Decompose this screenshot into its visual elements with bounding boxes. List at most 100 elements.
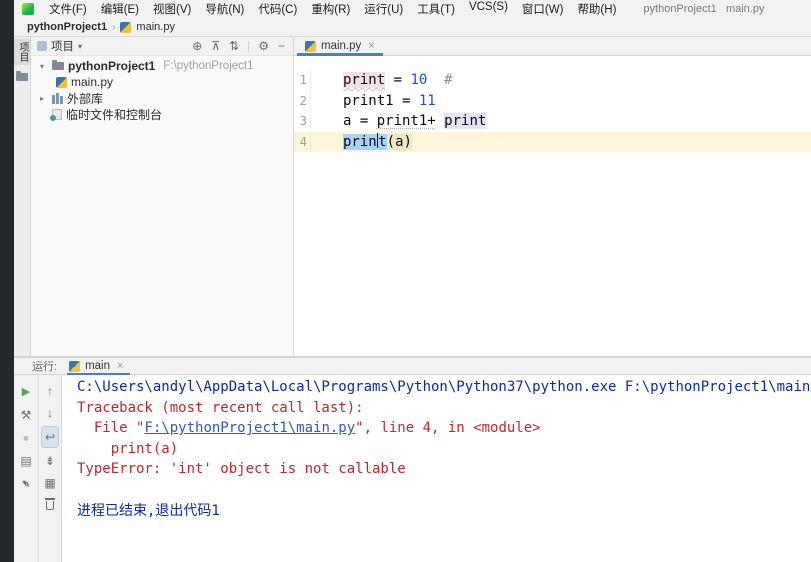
menu-bar: 文件(F)编辑(E)视图(V)导航(N)代码(C)重构(R)运行(U)工具(T)… <box>42 1 623 17</box>
soft-wrap-toggle[interactable]: ↩ <box>41 426 59 448</box>
code-segment: (a) <box>387 134 412 150</box>
close-icon[interactable]: × <box>368 40 374 52</box>
tree-item-project-root[interactable]: ▾pythonProject1F:\pythonProject1 <box>31 58 293 74</box>
tree-chevron-icon[interactable]: ▸ <box>36 94 48 103</box>
console-file-link[interactable]: F:\pythonProject1\main.py <box>144 420 355 436</box>
settings-gear-icon[interactable]: ⚙ <box>258 40 269 52</box>
folder-tool-icon[interactable] <box>16 73 28 81</box>
code-segment: print <box>444 113 486 129</box>
code-line-text[interactable]: print(a) <box>310 132 811 153</box>
code-segment: = <box>385 72 410 88</box>
menu-item-9[interactable]: 窗口(W) <box>515 1 571 17</box>
breadcrumb-chevron-icon: › <box>112 22 115 33</box>
code-line-2: 2print1 = 11 <box>294 91 811 112</box>
console-line: 进程已结束,退出代码1 <box>77 501 811 522</box>
code-line-1: 1print = 10 # <box>294 70 811 91</box>
menu-item-4[interactable]: 代码(C) <box>251 1 304 17</box>
title-bar: 文件(F)编辑(E)视图(V)导航(N)代码(C)重构(R)运行(U)工具(T)… <box>14 0 811 18</box>
locate-file-icon[interactable]: ⊕ <box>192 40 202 52</box>
menu-item-0[interactable]: 文件(F) <box>42 1 94 17</box>
console-text: ", line 4, in <module> <box>355 420 540 436</box>
code-segment: # <box>444 72 452 88</box>
console-text: File " <box>77 420 144 436</box>
gutter-line-number[interactable]: 1 <box>294 70 310 91</box>
hide-panel-icon[interactable]: − <box>278 40 285 52</box>
project-view-icon <box>37 41 47 51</box>
editor-area: main.py × 1print = 10 #2print1 = 113a = … <box>294 37 811 356</box>
code-segment: t <box>378 134 386 150</box>
code-editor[interactable]: 1print = 10 #2print1 = 113a = print1+ pr… <box>294 56 811 356</box>
code-line-3: 3a = print1+ print <box>294 111 811 132</box>
project-tree: ▾pythonProject1F:\pythonProject1main.py▸… <box>31 56 293 122</box>
tree-item-main-py[interactable]: main.py <box>31 74 293 90</box>
run-tab-label: main <box>85 360 110 372</box>
console-line: TypeError: 'int' object is not callable <box>77 459 811 480</box>
run-header: 运行: main × <box>14 358 811 375</box>
breadcrumb: pythonProject1 › main.py <box>14 18 811 37</box>
project-view-selector[interactable]: 项目 <box>51 38 74 54</box>
tree-chevron-icon[interactable]: ▾ <box>36 62 48 71</box>
up-stack-trace-button[interactable]: ↑ <box>41 380 59 402</box>
gutter-line-number[interactable]: 2 <box>294 91 310 112</box>
run-tool-window: 运行: main × ▶⚒■▤✒ ↑↓↩⇟▦ C:\Users\andyl\Ap… <box>14 358 811 562</box>
pycharm-logo-icon <box>22 3 34 15</box>
menu-item-10[interactable]: 帮助(H) <box>570 1 623 17</box>
chevron-down-icon[interactable]: ▾ <box>78 42 82 51</box>
close-icon[interactable]: × <box>117 360 123 372</box>
project-header-toolbar: ⊕ ⊼ ⇅ ⚙− <box>183 40 285 52</box>
tree-item-label: 临时文件和控制台 <box>66 106 162 123</box>
project-panel: 项目 ▾ ⊕ ⊼ ⇅ ⚙− ▾pythonProject1F:\pythonProje… <box>31 37 294 356</box>
gutter-line-number[interactable]: 3 <box>294 111 310 132</box>
window-title: pythonProject1 main.py <box>643 3 764 15</box>
python-file-icon <box>56 77 67 88</box>
code-segment <box>427 72 444 88</box>
menu-item-5[interactable]: 重构(R) <box>304 1 357 17</box>
run-toolbar-left: ▶⚒■▤✒ <box>14 375 38 562</box>
breadcrumb-file[interactable]: main.py <box>136 21 175 33</box>
restore-layout-button[interactable]: ▤ <box>17 449 35 472</box>
print-console-button[interactable]: ▦ <box>41 472 59 494</box>
editor-tab-label: main.py <box>321 40 361 52</box>
project-panel-header: 项目 ▾ ⊕ ⊼ ⇅ ⚙− <box>31 37 293 56</box>
python-file-icon <box>305 41 316 52</box>
code-line-text[interactable]: print = 10 # <box>310 70 811 91</box>
code-segment <box>436 113 444 129</box>
editor-tab-strip: main.py × <box>294 37 811 56</box>
tree-item-scratches[interactable]: 临时文件和控制台 <box>31 106 293 122</box>
tree-item-label: main.py <box>71 75 113 89</box>
tree-item-path: F:\pythonProject1 <box>163 60 253 72</box>
menu-item-6[interactable]: 运行(U) <box>357 1 410 17</box>
code-line-text[interactable]: a = print1+ print <box>310 111 811 132</box>
editor-tab-main-py[interactable]: main.py × <box>297 37 383 55</box>
edit-run-configuration-button[interactable]: ⚒ <box>17 403 35 426</box>
menu-item-7[interactable]: 工具(T) <box>410 1 462 17</box>
tree-item-external-libraries[interactable]: ▸外部库 <box>31 90 293 106</box>
menu-item-1[interactable]: 编辑(E) <box>94 1 146 17</box>
console-line <box>77 480 811 501</box>
down-stack-trace-button[interactable]: ↓ <box>41 402 59 424</box>
clear-console-button[interactable] <box>41 494 59 516</box>
code-line-text[interactable]: print1 = 11 <box>310 91 811 112</box>
code-segment: prin <box>343 134 377 150</box>
run-console[interactable]: C:\Users\andyl\AppData\Local\Programs\Py… <box>62 375 811 562</box>
python-file-icon <box>120 22 131 33</box>
code-line-4: 4print(a) <box>294 132 811 153</box>
console-line: C:\Users\andyl\AppData\Local\Programs\Py… <box>77 377 811 398</box>
console-line: File "F:\pythonProject1\main.py", line 4… <box>77 418 811 439</box>
folder-icon <box>52 62 64 70</box>
expand-collapse-icon[interactable]: ⇅ <box>229 40 239 52</box>
run-tab-main[interactable]: main × <box>67 358 130 374</box>
breadcrumb-project[interactable]: pythonProject1 <box>27 21 107 33</box>
code-segment: print1+ <box>377 113 436 129</box>
menu-item-8[interactable]: VCS(S) <box>462 1 515 17</box>
collapse-all-icon[interactable]: ⊼ <box>211 40 220 52</box>
menu-item-3[interactable]: 导航(N) <box>198 1 251 17</box>
pin-tab-button[interactable]: ✒ <box>17 472 35 495</box>
project-tool-window-button[interactable]: 项目 <box>14 39 30 65</box>
rerun-button[interactable]: ▶ <box>17 380 35 403</box>
menu-item-2[interactable]: 视图(V) <box>146 1 198 17</box>
gutter-line-number[interactable]: 4 <box>294 132 310 153</box>
scroll-to-end-button[interactable]: ⇟ <box>41 450 59 472</box>
console-text: print(a) <box>77 441 178 457</box>
stop-button[interactable]: ■ <box>17 426 35 449</box>
